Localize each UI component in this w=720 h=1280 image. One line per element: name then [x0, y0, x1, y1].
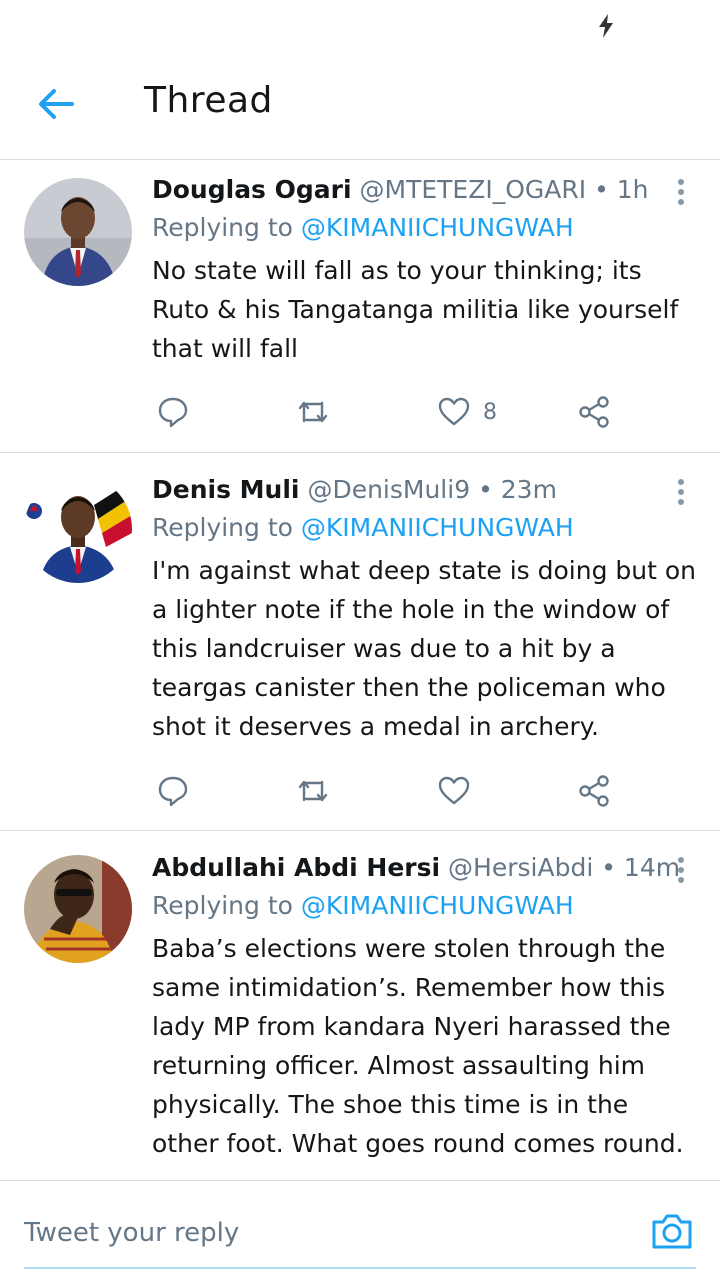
tweet-text: Baba’s elections were stolen through the…	[152, 934, 684, 1158]
tweet-time: 14m	[623, 853, 681, 882]
replying-to: Replying to @KIMANIICHUNGWAH	[152, 511, 698, 545]
avatar[interactable]	[24, 475, 132, 583]
replying-mention-link[interactable]: @KIMANIICHUNGWAH	[301, 513, 574, 542]
tweet-text: No state will fall as to your thinking; …	[152, 256, 679, 363]
retweet-button[interactable]	[296, 392, 330, 432]
author-handle[interactable]: @DenisMuli9	[307, 475, 470, 504]
camera-icon[interactable]	[650, 1211, 694, 1251]
tweet-meta: Denis Muli @DenisMuli9 • 23m	[152, 473, 698, 507]
replying-mention-link[interactable]: @KIMANIICHUNGWAH	[301, 213, 574, 242]
author-handle[interactable]: @HersiAbdi	[448, 853, 593, 882]
author-name[interactable]: Douglas Ogari	[152, 175, 352, 204]
replying-prefix: Replying to	[152, 891, 293, 920]
retweet-icon	[298, 401, 328, 423]
more-options-icon[interactable]	[676, 855, 686, 885]
heart-icon	[438, 776, 470, 805]
status-bar	[0, 0, 720, 50]
replying-mention-link[interactable]: @KIMANIICHUNGWAH	[301, 891, 574, 920]
author-name[interactable]: Denis Muli	[152, 475, 299, 504]
replying-prefix: Replying to	[152, 213, 293, 242]
meta-separator: •	[594, 175, 609, 204]
share-icon	[579, 775, 609, 807]
avatar[interactable]	[24, 178, 132, 286]
replying-to: Replying to @KIMANIICHUNGWAH	[152, 211, 698, 245]
share-button[interactable]	[577, 392, 611, 432]
tweet-item[interactable]: Abdullahi Abdi Hersi @HersiAbdi • 14m Re…	[0, 831, 720, 1180]
replying-prefix: Replying to	[152, 513, 293, 542]
reply-bubble-icon	[158, 397, 188, 428]
tweet-item[interactable]: Douglas Ogari @MTETEZI_OGARI • 1h Replyi…	[0, 161, 720, 453]
lightning-bolt-icon	[599, 14, 613, 38]
header: Thread	[0, 50, 720, 160]
replying-to: Replying to @KIMANIICHUNGWAH	[152, 889, 698, 923]
input-underline	[24, 1267, 696, 1269]
reply-bubble-icon	[158, 776, 188, 807]
tweet-item[interactable]: Denis Muli @DenisMuli9 • 23m Replying to…	[0, 453, 720, 831]
avatar[interactable]	[24, 855, 132, 963]
tweet-actions	[152, 771, 622, 811]
heart-icon	[438, 397, 470, 426]
tweet-text: I'm against what deep state is doing but…	[152, 556, 696, 741]
like-button[interactable]	[437, 771, 471, 811]
retweet-button[interactable]	[296, 771, 330, 811]
tweet-meta: Abdullahi Abdi Hersi @HersiAbdi • 14m	[152, 851, 698, 885]
meta-separator: •	[601, 853, 616, 882]
like-button[interactable]: 8	[437, 392, 497, 432]
reply-compose-bar	[0, 1180, 720, 1280]
author-handle[interactable]: @MTETEZI_OGARI	[360, 175, 587, 204]
tweet-time: 1h	[616, 175, 649, 204]
page-title: Thread	[144, 80, 273, 121]
more-options-icon[interactable]	[676, 177, 686, 207]
reply-button[interactable]	[156, 392, 190, 432]
more-options-icon[interactable]	[676, 477, 686, 507]
tweet-time: 23m	[500, 475, 557, 504]
share-icon	[579, 396, 609, 428]
meta-separator: •	[478, 475, 493, 504]
share-button[interactable]	[577, 771, 611, 811]
reply-input[interactable]	[24, 1211, 604, 1255]
like-count: 8	[483, 399, 497, 425]
author-name[interactable]: Abdullahi Abdi Hersi	[152, 853, 440, 882]
tweet-actions: 8	[152, 392, 622, 432]
tweet-meta: Douglas Ogari @MTETEZI_OGARI • 1h	[152, 173, 698, 207]
reply-button[interactable]	[156, 771, 190, 811]
retweet-icon	[298, 780, 328, 802]
back-arrow-icon[interactable]	[36, 86, 76, 122]
